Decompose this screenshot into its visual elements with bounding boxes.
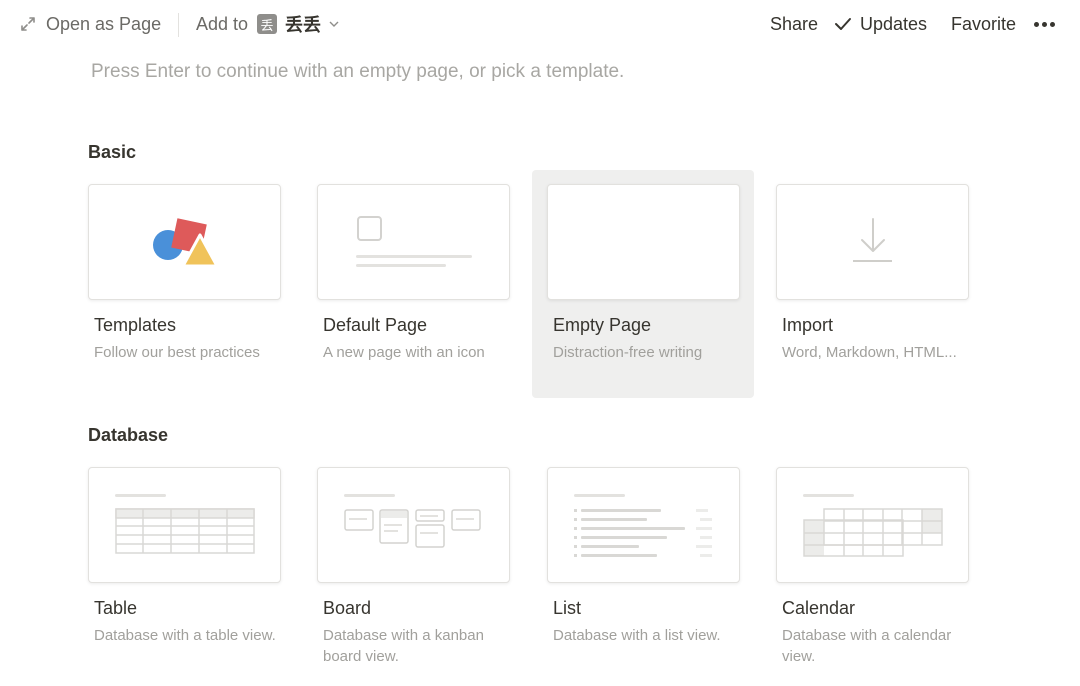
list-thumbnail	[547, 467, 740, 583]
add-to-workspace-button[interactable]: Add to 丢 丢丢	[196, 12, 340, 36]
card-title: Default Page	[323, 315, 428, 335]
calendar-view-illustration	[803, 494, 943, 557]
template-card-empty-page[interactable]: Empty Page Distraction-free writing	[532, 170, 754, 398]
shapes-icon	[153, 218, 219, 268]
section-title-basic: Basic	[88, 142, 137, 162]
card-description: Database with a calendar view.	[782, 627, 952, 665]
chevron-down-icon	[329, 21, 339, 27]
template-card-templates[interactable]: Templates Follow our best practices	[73, 170, 295, 398]
table-view-illustration	[115, 494, 255, 554]
page-with-icon-illustration	[356, 216, 472, 267]
updates-button[interactable]: Updates	[834, 12, 927, 36]
template-card-list[interactable]: List Database with a list view.	[532, 453, 754, 683]
template-card-table[interactable]: Table Database with a table view.	[73, 453, 295, 683]
card-description: Database with a table view.	[94, 627, 276, 644]
download-arrow-icon	[853, 218, 892, 262]
updates-label: Updates	[860, 13, 928, 34]
card-title: Empty Page	[553, 315, 652, 335]
default-page-thumbnail	[317, 184, 510, 300]
import-thumbnail	[776, 184, 969, 300]
card-description: A new page with an icon	[323, 344, 485, 361]
favorite-button[interactable]: Favorite	[951, 12, 1016, 36]
workspace-badge: 丢	[257, 14, 278, 34]
topbar-divider	[178, 13, 179, 37]
card-title: Calendar	[782, 598, 856, 618]
more-options-button[interactable]	[1034, 12, 1058, 36]
list-view-illustration	[574, 494, 712, 557]
card-title: Board	[323, 598, 372, 618]
board-thumbnail	[317, 467, 510, 583]
template-card-calendar[interactable]: Calendar Database with a calendar view.	[761, 453, 983, 683]
section-title-database: Database	[88, 425, 169, 445]
card-description: Distraction-free writing	[553, 344, 703, 361]
open-as-page-label: Open as Page	[46, 13, 162, 34]
template-card-default-page[interactable]: Default Page A new page with an icon	[302, 170, 524, 398]
empty-page-hint: Press Enter to continue with an empty pa…	[91, 61, 625, 82]
card-title: Templates	[94, 315, 177, 335]
card-description: Word, Markdown, HTML...	[782, 344, 957, 361]
calendar-thumbnail	[776, 467, 969, 583]
card-title: Table	[94, 598, 138, 618]
more-horizontal-icon	[1034, 21, 1058, 27]
card-title: Import	[782, 315, 834, 335]
card-title: List	[553, 598, 582, 618]
templates-thumbnail	[88, 184, 281, 300]
card-description: Database with a list view.	[553, 627, 721, 644]
template-card-import[interactable]: Import Word, Markdown, HTML...	[761, 170, 983, 398]
template-card-board[interactable]: Board Database with a kanban board view.	[302, 453, 524, 683]
card-description: Database with a kanban board view.	[323, 627, 484, 665]
table-thumbnail	[88, 467, 281, 583]
open-as-page-button[interactable]: Open as Page	[20, 12, 161, 36]
expand-arrows-icon	[21, 17, 35, 31]
workspace-name: 丢丢	[285, 15, 322, 35]
share-button[interactable]: Share	[770, 12, 818, 36]
checkmark-icon	[835, 18, 851, 30]
card-description: Follow our best practices	[94, 344, 260, 361]
top-bar: Open as Page Add to 丢 丢丢 Share Updates F…	[0, 0, 1080, 48]
kanban-board-illustration	[344, 494, 481, 548]
add-to-label: Add to	[196, 13, 249, 34]
empty-page-thumbnail	[547, 184, 740, 300]
